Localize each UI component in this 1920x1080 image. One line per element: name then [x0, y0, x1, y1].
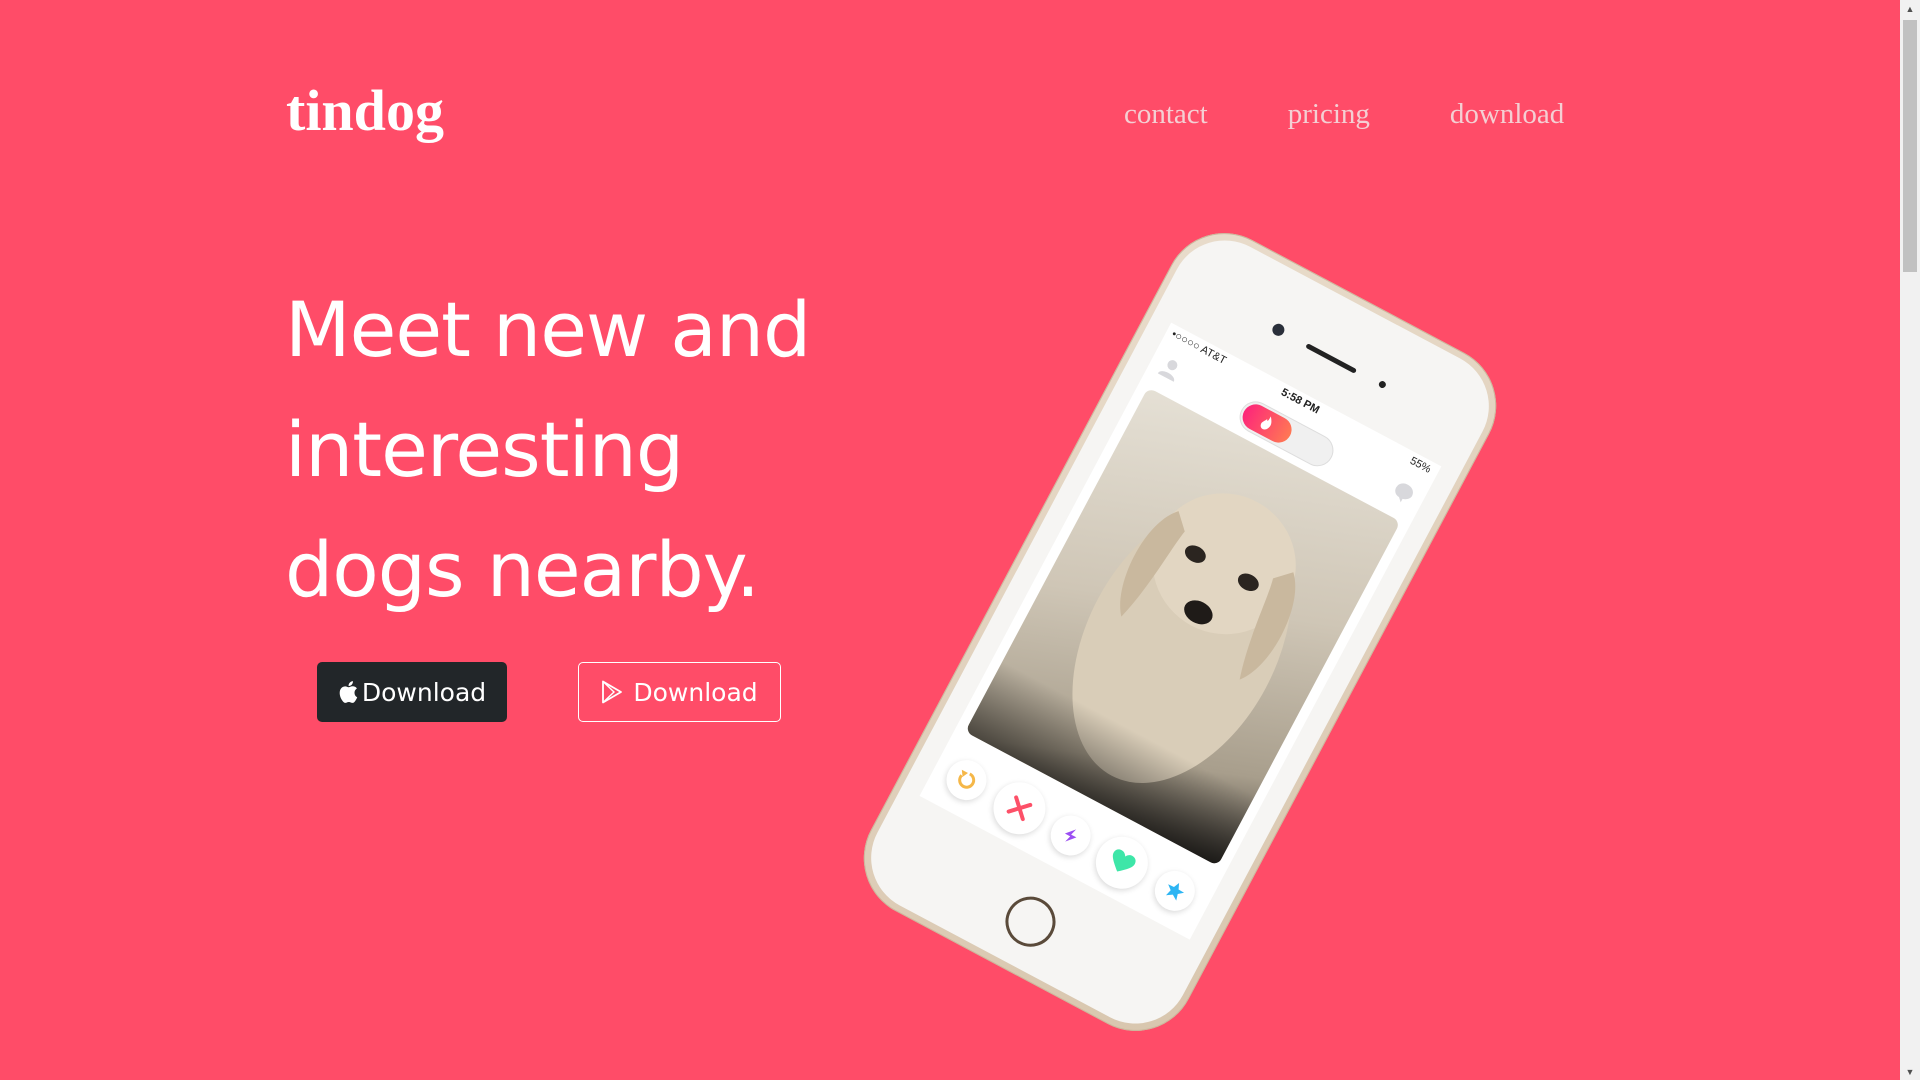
status-time: 5:58 PM	[1278, 386, 1322, 417]
super-like-icon[interactable]	[1147, 863, 1202, 918]
status-carrier: •○○○○ AT&T	[1169, 328, 1229, 367]
nope-icon[interactable]	[984, 773, 1055, 844]
apple-icon	[338, 680, 358, 704]
hero-headline: Meet new and interesting dogs nearby.	[285, 270, 985, 630]
play-download-button[interactable]: Download	[578, 662, 781, 722]
apple-download-button[interactable]: Download	[317, 662, 507, 722]
dog-illustration	[965, 493, 1296, 867]
flame-icon	[1260, 416, 1272, 430]
profile-icon	[1156, 354, 1186, 384]
mode-toggle	[1233, 395, 1340, 472]
page-scrollbar[interactable]: ▲ ▼	[1900, 0, 1920, 1080]
like-icon[interactable]	[1086, 827, 1158, 898]
google-play-icon	[601, 680, 623, 704]
rewind-icon[interactable]	[939, 753, 994, 808]
headline-line: Meet new and	[285, 285, 811, 374]
apple-download-label: Download	[361, 677, 487, 707]
dog-photo	[965, 387, 1401, 867]
app-header	[1140, 340, 1432, 524]
main-nav: contact pricing download	[1124, 100, 1564, 129]
phone-speaker	[1305, 343, 1358, 374]
swipe-actions	[920, 734, 1223, 939]
page: tindog contact pricing download Meet new…	[0, 0, 1900, 1080]
scroll-down-arrow[interactable]: ▼	[1900, 1063, 1920, 1080]
flame-toggle-active	[1238, 399, 1297, 448]
nav-download[interactable]: download	[1450, 100, 1564, 129]
home-button	[996, 887, 1065, 956]
phone-screen: •○○○○ AT&T 5:58 PM 55%	[919, 322, 1442, 940]
phone-sensor	[1377, 379, 1388, 390]
nav-contact[interactable]: contact	[1124, 100, 1208, 129]
play-download-label: Download	[633, 677, 758, 707]
headline-line: dogs nearby.	[285, 525, 760, 614]
status-battery: 55%	[1407, 454, 1433, 476]
chat-icon	[1389, 478, 1419, 508]
scroll-thumb[interactable]	[1903, 20, 1917, 272]
brand-logo[interactable]: tindog	[286, 82, 444, 140]
front-camera	[1270, 321, 1287, 338]
boost-icon[interactable]	[1043, 808, 1098, 863]
scroll-up-arrow[interactable]: ▲	[1900, 0, 1920, 17]
nav-pricing[interactable]: pricing	[1288, 100, 1370, 129]
headline-line: interesting	[285, 405, 684, 494]
phone-status-bar: •○○○○ AT&T 5:58 PM 55%	[1163, 323, 1442, 483]
